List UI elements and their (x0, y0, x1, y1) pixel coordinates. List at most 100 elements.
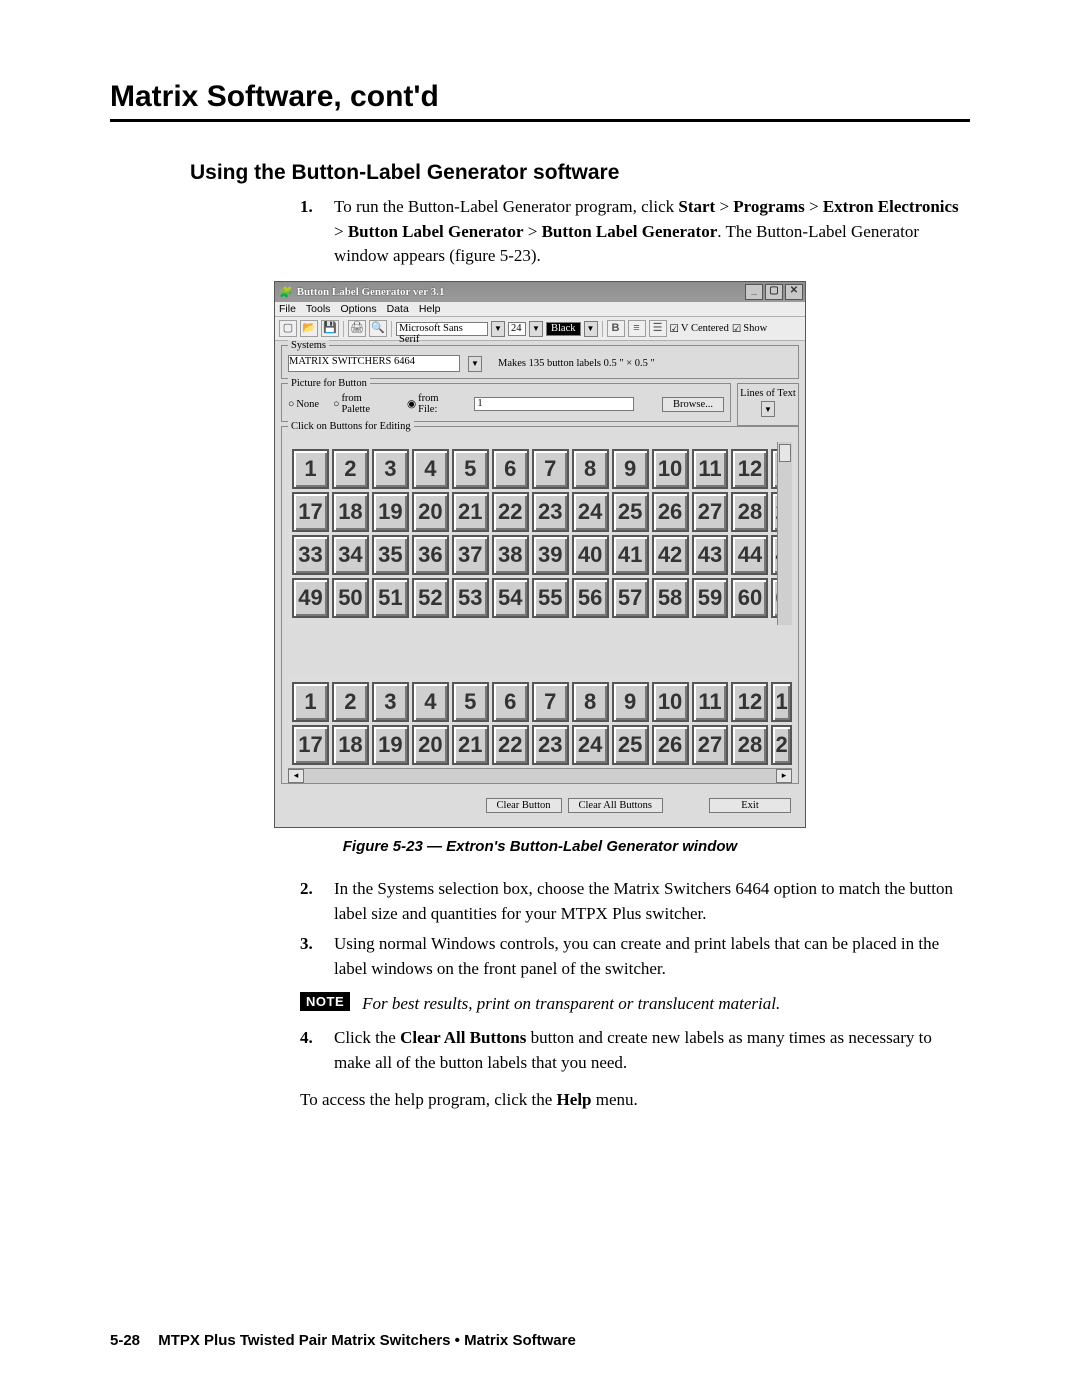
save-icon[interactable]: 💾 (321, 320, 339, 337)
label-cell[interactable]: 56 (572, 578, 609, 618)
systems-select[interactable]: MATRIX SWITCHERS 6464 (288, 355, 460, 372)
label-cell[interactable]: 1 (771, 682, 791, 722)
label-cell[interactable]: 54 (492, 578, 529, 618)
align-left-icon[interactable]: ≡ (628, 320, 646, 337)
color-selector[interactable]: Black (546, 322, 581, 336)
label-cell[interactable]: 38 (492, 535, 529, 575)
exit-button[interactable]: Exit (709, 798, 791, 813)
label-cell[interactable]: 20 (412, 725, 449, 765)
label-cell[interactable]: 55 (532, 578, 569, 618)
label-cell[interactable]: 22 (492, 725, 529, 765)
label-cell[interactable]: 39 (532, 535, 569, 575)
new-icon[interactable]: ▢ (279, 320, 297, 337)
radio-file[interactable]: ◉from File: (407, 393, 460, 415)
vertical-scrollbar[interactable] (777, 442, 792, 625)
label-cell[interactable]: 22 (492, 492, 529, 532)
align-center-icon[interactable]: ☰ (649, 320, 667, 337)
label-cell[interactable]: 19 (372, 492, 409, 532)
label-cell[interactable]: 9 (612, 682, 649, 722)
label-cell[interactable]: 50 (332, 578, 369, 618)
label-cell[interactable]: 18 (332, 492, 369, 532)
label-cell[interactable]: 10 (652, 449, 689, 489)
minimize-button[interactable]: _ (745, 284, 763, 300)
scroll-right-icon[interactable]: ▸ (776, 769, 792, 783)
label-cell[interactable]: 53 (452, 578, 489, 618)
maximize-button[interactable]: ▢ (765, 284, 783, 300)
radio-palette[interactable]: ○from Palette (333, 393, 393, 415)
label-cell[interactable]: 40 (572, 535, 609, 575)
menu-help[interactable]: Help (419, 303, 441, 315)
label-cell[interactable]: 35 (372, 535, 409, 575)
label-cell[interactable]: 33 (292, 535, 329, 575)
label-cell[interactable]: 18 (332, 725, 369, 765)
label-cell[interactable]: 42 (652, 535, 689, 575)
label-cell[interactable]: 17 (292, 725, 329, 765)
label-cell[interactable]: 25 (612, 725, 649, 765)
label-cell[interactable]: 8 (572, 449, 609, 489)
label-cell[interactable]: 11 (692, 449, 729, 489)
label-cell[interactable]: 25 (612, 492, 649, 532)
label-cell[interactable]: 2 (332, 449, 369, 489)
label-cell[interactable]: 11 (692, 682, 729, 722)
label-cell[interactable]: 27 (692, 725, 729, 765)
label-cell[interactable]: 6 (492, 449, 529, 489)
systems-dropdown[interactable]: ▼ (468, 356, 482, 372)
label-cell[interactable]: 9 (612, 449, 649, 489)
browse-button[interactable]: Browse... (662, 397, 724, 412)
lines-of-text-dropdown[interactable]: ▼ (761, 401, 775, 417)
show-checkbox[interactable]: ☑Show (732, 323, 767, 335)
label-cell[interactable]: 43 (692, 535, 729, 575)
label-cell[interactable]: 37 (452, 535, 489, 575)
font-name-dropdown[interactable]: ▼ (491, 321, 505, 337)
label-cell[interactable]: 21 (452, 492, 489, 532)
scroll-left-icon[interactable]: ◂ (288, 769, 304, 783)
label-cell[interactable]: 17 (292, 492, 329, 532)
font-name[interactable]: Microsoft Sans Serif (396, 322, 488, 336)
file-path-input[interactable]: 1 (474, 397, 634, 411)
label-cell[interactable]: 49 (292, 578, 329, 618)
label-cell[interactable]: 24 (572, 492, 609, 532)
menu-tools[interactable]: Tools (306, 303, 331, 315)
label-cell[interactable]: 4 (412, 449, 449, 489)
radio-none[interactable]: ○None (288, 399, 319, 410)
color-dropdown[interactable]: ▼ (584, 321, 598, 337)
label-cell[interactable]: 44 (731, 535, 768, 575)
preview-icon[interactable]: 🔍 (369, 320, 387, 337)
label-cell[interactable]: 26 (652, 725, 689, 765)
label-cell[interactable]: 7 (532, 449, 569, 489)
label-cell[interactable]: 8 (572, 682, 609, 722)
label-cell[interactable]: 41 (612, 535, 649, 575)
bold-button[interactable]: B (607, 320, 625, 337)
label-cell[interactable]: 19 (372, 725, 409, 765)
vcentered-checkbox[interactable]: ☑V Centered (670, 323, 729, 335)
label-cell[interactable]: 10 (652, 682, 689, 722)
label-cell[interactable]: 34 (332, 535, 369, 575)
label-cell[interactable]: 23 (532, 492, 569, 532)
close-button[interactable]: ✕ (785, 284, 803, 300)
horizontal-scrollbar[interactable]: ◂ ▸ (288, 768, 792, 783)
label-cell[interactable]: 4 (412, 682, 449, 722)
label-cell[interactable]: 2 (771, 725, 791, 765)
label-cell[interactable]: 3 (372, 682, 409, 722)
label-cell[interactable]: 36 (412, 535, 449, 575)
label-cell[interactable]: 26 (652, 492, 689, 532)
menu-options[interactable]: Options (340, 303, 376, 315)
menu-data[interactable]: Data (387, 303, 409, 315)
label-cell[interactable]: 27 (692, 492, 729, 532)
open-icon[interactable]: 📂 (300, 320, 318, 337)
label-cell[interactable]: 20 (412, 492, 449, 532)
label-cell[interactable]: 5 (452, 682, 489, 722)
label-cell[interactable]: 5 (452, 449, 489, 489)
print-icon[interactable]: 🖨 (348, 320, 366, 337)
label-cell[interactable]: 51 (372, 578, 409, 618)
label-cell[interactable]: 58 (652, 578, 689, 618)
label-cell[interactable]: 2 (332, 682, 369, 722)
menu-file[interactable]: File (279, 303, 296, 315)
label-cell[interactable]: 52 (412, 578, 449, 618)
label-cell[interactable]: 60 (731, 578, 768, 618)
label-cell[interactable]: 23 (532, 725, 569, 765)
label-cell[interactable]: 12 (731, 449, 768, 489)
label-cell[interactable]: 3 (372, 449, 409, 489)
label-cell[interactable]: 7 (532, 682, 569, 722)
label-cell[interactable]: 6 (492, 682, 529, 722)
